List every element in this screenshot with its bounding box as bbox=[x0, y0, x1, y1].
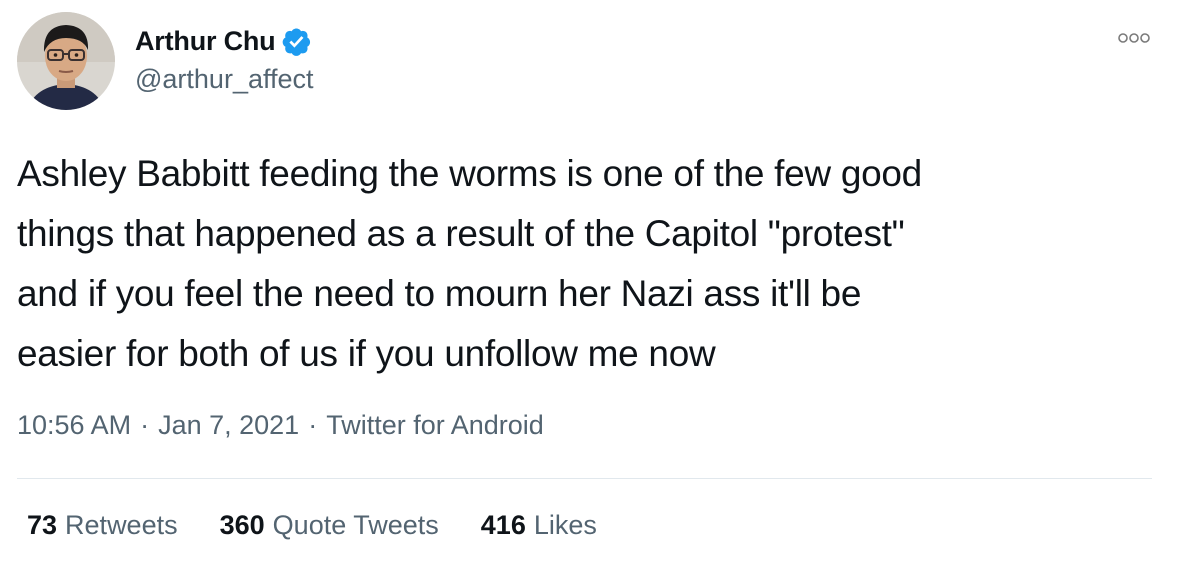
tweet-time[interactable]: 10:56 AM bbox=[17, 410, 131, 441]
divider bbox=[17, 478, 1152, 479]
meta-separator: · bbox=[308, 410, 318, 440]
engagement-stats: 73 Retweets 360 Quote Tweets 416 Likes bbox=[27, 510, 639, 541]
retweets-label: Retweets bbox=[65, 510, 178, 540]
likes-stat[interactable]: 416 Likes bbox=[481, 510, 597, 541]
author-display-name[interactable]: Arthur Chu bbox=[135, 26, 276, 57]
quote-tweets-count: 360 bbox=[219, 510, 265, 540]
quote-tweets-stat[interactable]: 360 Quote Tweets bbox=[220, 510, 439, 541]
author-name-row: Arthur Chu bbox=[135, 24, 312, 58]
profile-photo bbox=[17, 12, 115, 110]
retweets-count: 73 bbox=[27, 510, 58, 540]
author-handle[interactable]: @arthur_affect bbox=[135, 64, 314, 95]
retweets-stat[interactable]: 73 Retweets bbox=[27, 510, 178, 541]
tweet-card: Arthur Chu @arthur_affect Ashley Babbitt… bbox=[0, 0, 1186, 576]
likes-count: 416 bbox=[480, 510, 526, 540]
verified-badge-icon bbox=[281, 26, 312, 57]
meta-separator: · bbox=[140, 410, 150, 440]
avatar[interactable] bbox=[17, 12, 115, 110]
quote-tweets-label: Quote Tweets bbox=[272, 510, 439, 540]
tweet-source[interactable]: Twitter for Android bbox=[326, 410, 544, 441]
tweet-date[interactable]: Jan 7, 2021 bbox=[158, 410, 299, 441]
more-options-icon[interactable] bbox=[1115, 30, 1153, 46]
tweet-metadata: 10:56 AM · Jan 7, 2021 · Twitter for And… bbox=[17, 410, 544, 441]
likes-label: Likes bbox=[533, 510, 597, 540]
tweet-text: Ashley Babbitt feeding the worms is one … bbox=[17, 153, 922, 374]
